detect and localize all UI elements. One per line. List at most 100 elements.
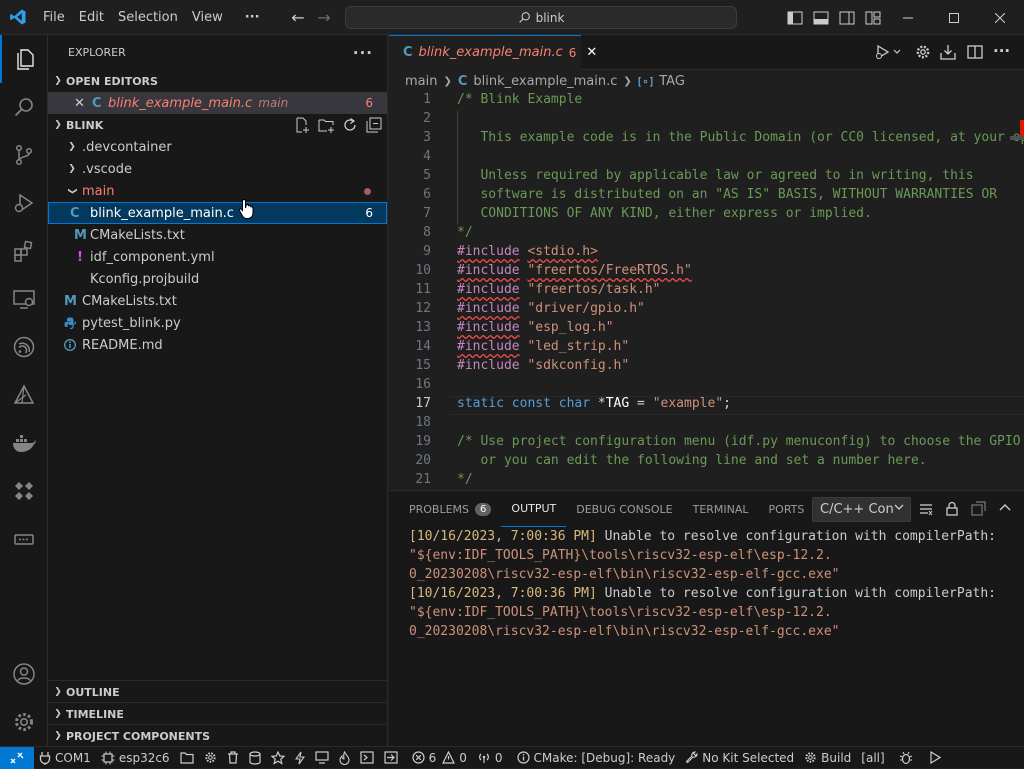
folder-icon[interactable] (175, 747, 199, 769)
run-play-icon[interactable] (924, 747, 946, 769)
back-arrow-icon[interactable]: ← (285, 8, 311, 27)
tab-problems[interactable]: PROBLEMS 6 (399, 491, 501, 527)
build-flash-monitor-icon[interactable] (379, 747, 403, 769)
refresh-icon[interactable] (342, 117, 358, 133)
info-status[interactable]: 0 (472, 747, 508, 769)
open-editors-header[interactable]: ❯ OPEN EDITORS (48, 70, 387, 92)
remote-indicator[interactable] (0, 746, 34, 769)
output-channel-select[interactable]: C/C++ Con (812, 497, 911, 522)
new-file-icon[interactable] (294, 117, 310, 133)
tab-blink-example-main[interactable]: C blink_example_main.c 6 ✕ (389, 34, 597, 70)
build-button[interactable]: Build (799, 747, 856, 769)
source-control-icon[interactable] (0, 131, 48, 179)
trash-icon[interactable] (222, 747, 244, 769)
split-editor-icon[interactable] (967, 44, 983, 60)
timeline-header[interactable]: ❯ TIMELINE (48, 703, 387, 725)
build-target-item[interactable]: [all] (856, 747, 889, 769)
download-icon[interactable] (940, 44, 956, 60)
outline-header[interactable]: ❯ OUTLINE (48, 681, 387, 703)
toggle-secondary-sidebar-icon[interactable] (834, 0, 860, 35)
search-view-icon[interactable] (0, 83, 48, 131)
code-editor[interactable]: 1 2 3 4 5 6 7 8 9 10 11 12 13 14 15 16 1… (389, 92, 1024, 490)
debug-bug-icon[interactable] (894, 747, 918, 769)
tab-problem-count: 6 (568, 45, 577, 60)
maximize-panel-icon[interactable] (999, 502, 1011, 514)
more-actions-icon[interactable]: ··· (993, 42, 1010, 60)
tab-output[interactable]: OUTPUT (501, 491, 567, 527)
tree-item-readme[interactable]: README.md (48, 334, 387, 356)
docker-icon[interactable] (0, 419, 48, 467)
code-line: This example code is in the Public Domai… (457, 130, 1024, 145)
database-icon[interactable] (244, 747, 266, 769)
run-debug-dropdown-icon[interactable] (875, 44, 903, 60)
forward-arrow-icon[interactable]: → (311, 8, 337, 27)
serial-monitor-icon[interactable] (0, 515, 48, 563)
output-log[interactable]: [10/16/2023, 7:00:36 PM] Unable to resol… (389, 527, 1024, 641)
project-components-header[interactable]: ❯ PROJECT COMPONENTS (48, 725, 387, 747)
blink-folder-header[interactable]: ❯ BLINK (48, 114, 387, 136)
settings-gear-icon[interactable] (915, 44, 931, 60)
account-icon[interactable] (0, 650, 48, 698)
cmake-status[interactable]: CMake: [Debug]: Ready (512, 747, 681, 769)
breadcrumb-file[interactable]: blink_example_main.c (473, 74, 617, 89)
menu-more[interactable]: ··· (238, 0, 267, 35)
toggle-primary-sidebar-icon[interactable] (782, 0, 808, 35)
collapse-all-icon[interactable] (366, 117, 382, 133)
remote-explorer-icon[interactable] (0, 275, 48, 323)
breadcrumb-symbol[interactable]: TAG (659, 74, 685, 89)
lock-icon[interactable] (945, 501, 959, 516)
tree-item-vscode[interactable]: ❯ .vscode (48, 158, 387, 180)
kit-status[interactable]: No Kit Selected (680, 747, 799, 769)
terminal-icon[interactable] (355, 747, 379, 769)
tab-terminal[interactable]: TERMINAL (683, 491, 759, 527)
explorer-icon[interactable] (0, 35, 48, 83)
minimize-icon[interactable] (885, 0, 931, 35)
tree-item-pytest-blink[interactable]: pytest_blink.py (48, 312, 387, 334)
tab-ports[interactable]: PORTS (759, 491, 815, 527)
output-line: 0_20230208\riscv32-esp-elf\bin\riscv32-e… (409, 567, 840, 582)
close-tab-icon[interactable]: ✕ (586, 45, 597, 60)
close-window-icon[interactable] (977, 0, 1023, 35)
open-in-editor-icon[interactable] (971, 501, 986, 516)
problems-status[interactable]: 6 0 (407, 747, 472, 769)
explorer-more-icon[interactable]: ··· (353, 44, 373, 62)
manage-gear-icon[interactable] (0, 698, 48, 746)
customize-layout-icon[interactable] (860, 0, 886, 35)
new-folder-icon[interactable] (318, 117, 335, 133)
star-icon[interactable] (266, 747, 290, 769)
open-editor-item[interactable]: ✕ C blink_example_main.c main 6 (48, 92, 387, 114)
toggle-panel-icon[interactable] (808, 0, 834, 35)
tree-item-blink-example-main[interactable]: C blink_example_main.c 6 (48, 198, 387, 224)
tree-item-idf-component[interactable]: ! idf_component.yml (48, 246, 387, 268)
tree-item-cmakelists-main[interactable]: M CMakeLists.txt (48, 224, 387, 246)
scrollbar-thumb[interactable] (1010, 136, 1024, 140)
command-center-search[interactable]: blink (345, 6, 737, 29)
menu-file[interactable]: File (36, 0, 72, 35)
espressif-icon[interactable] (0, 323, 48, 371)
component-registry-icon[interactable] (0, 467, 48, 515)
maximize-icon[interactable] (931, 0, 977, 35)
extensions-icon[interactable] (0, 227, 48, 275)
menu-selection[interactable]: Selection (111, 0, 185, 35)
menu-view[interactable]: View (185, 0, 230, 35)
tab-debug-console[interactable]: DEBUG CONSOLE (566, 491, 682, 527)
outline-title: OUTLINE (66, 685, 120, 699)
tree-item-kconfig[interactable]: Kconfig.projbuild (48, 268, 387, 290)
tree-item-cmakelists-root[interactable]: M CMakeLists.txt (48, 290, 387, 312)
tree-item-devcontainer[interactable]: ❯ .devcontainer (48, 136, 387, 158)
include-path: "esp_log.h" (527, 320, 614, 335)
flame-icon[interactable] (334, 747, 355, 769)
serial-port-item[interactable]: COM1 (34, 747, 96, 769)
run-debug-icon[interactable] (0, 179, 48, 227)
breadcrumb-folder[interactable]: main (405, 74, 437, 89)
menu-edit[interactable]: Edit (72, 0, 111, 35)
cmake-icon[interactable] (0, 371, 48, 419)
monitor-icon[interactable] (310, 747, 334, 769)
config-gear-icon[interactable] (199, 747, 222, 769)
close-icon[interactable]: ✕ (74, 96, 92, 111)
target-item[interactable]: esp32c6 (96, 747, 175, 769)
include-keyword: #include (457, 263, 520, 278)
clear-output-icon[interactable] (919, 502, 933, 516)
tree-item-main-folder[interactable]: ❯ main (48, 180, 387, 202)
flash-icon[interactable] (290, 747, 310, 769)
